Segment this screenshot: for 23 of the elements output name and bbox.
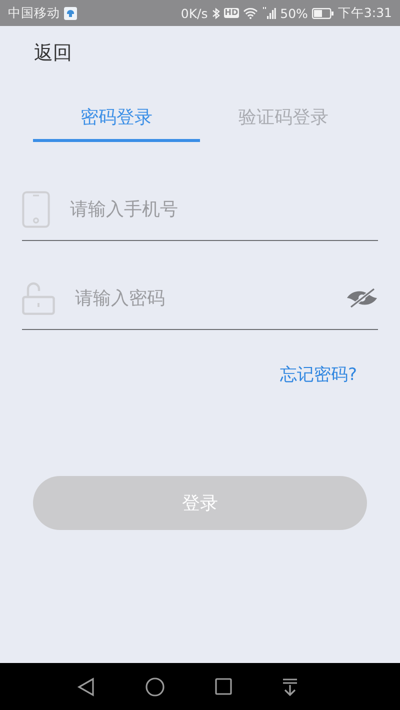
login-tab[interactable]: 密码登录 — [33, 96, 200, 142]
signal-icon — [262, 6, 276, 20]
carrier-name: 中国移动 — [8, 4, 60, 22]
login-tab[interactable]: 验证码登录 — [200, 96, 367, 142]
hd-badge: HD — [224, 8, 240, 18]
home-nav-icon[interactable] — [145, 676, 165, 696]
bluetooth-icon — [212, 6, 220, 20]
battery-percent: 50% — [280, 6, 308, 20]
back-button[interactable]: 返回 — [34, 40, 72, 66]
back-nav-icon[interactable] — [77, 676, 95, 696]
input-field[interactable]: 请输入密码 — [73, 286, 328, 310]
battery-icon — [312, 8, 334, 18]
eye-slash-icon[interactable] — [346, 288, 378, 308]
phone-icon — [22, 190, 50, 228]
clock-time: 下午3:31 — [338, 4, 392, 22]
input-field[interactable]: 请输入手机号 — [68, 198, 378, 220]
wifi-icon — [243, 7, 258, 19]
network-speed: 0K/s — [180, 6, 208, 20]
forgot-password-link[interactable]: 忘记密码? — [280, 363, 357, 387]
padlock-icon — [22, 282, 55, 314]
app-notification-icon — [64, 6, 77, 20]
recents-nav-icon[interactable] — [215, 678, 232, 695]
notification-pull-down-icon[interactable] — [282, 678, 298, 696]
